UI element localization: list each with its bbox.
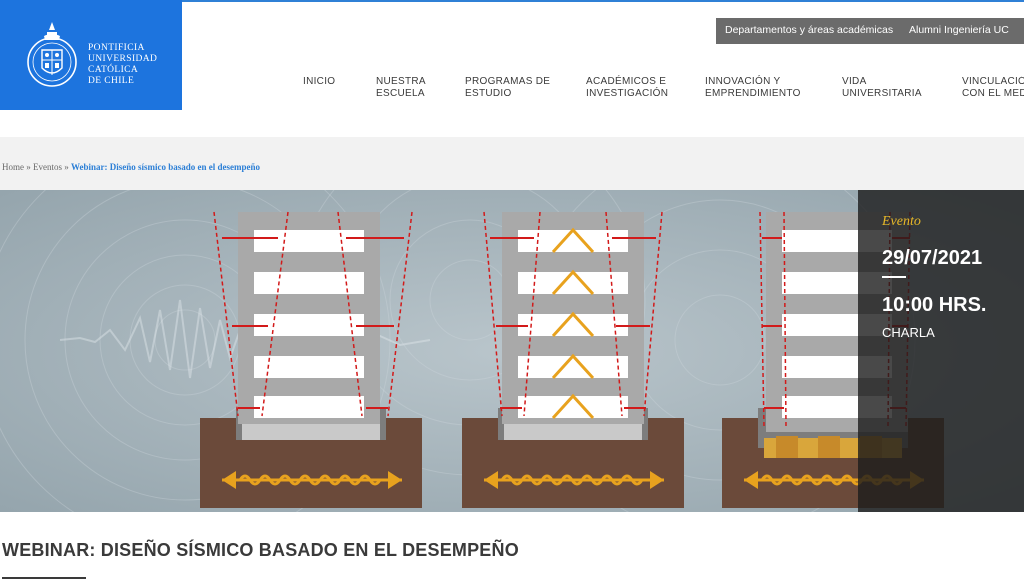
alumni-link[interactable]: Alumni Ingeniería UC bbox=[909, 24, 1009, 36]
event-label: Evento bbox=[882, 214, 921, 229]
logo-line: DE CHILE bbox=[88, 76, 135, 86]
nav-vida-universitaria[interactable]: VIDA UNIVERSITARIA bbox=[842, 76, 922, 100]
event-info-panel: Evento 29/07/2021 10:00 HRS. CHARLA bbox=[858, 190, 1024, 512]
nav-label: NUESTRA bbox=[376, 76, 426, 87]
event-time: 10:00 HRS. bbox=[882, 294, 987, 316]
departments-link[interactable]: Departamentos y áreas académicas bbox=[725, 24, 893, 36]
nav-inicio[interactable]: INICIO bbox=[303, 76, 335, 88]
nav-label: CON EL MEDIO bbox=[962, 88, 1024, 99]
nav-label: INICIO bbox=[303, 76, 336, 87]
nav-label: VINCULACIÓN bbox=[962, 76, 1024, 87]
university-logo[interactable]: PONTIFICIA UNIVERSIDAD CATÓLICA DE CHILE bbox=[0, 0, 182, 110]
breadcrumb-eventos[interactable]: Eventos bbox=[33, 162, 62, 172]
logo-line: CATÓLICA bbox=[88, 65, 139, 75]
breadcrumb-home[interactable]: Home bbox=[2, 162, 24, 172]
nav-label: EMPRENDIMIENTO bbox=[705, 88, 801, 99]
logo-line: UNIVERSIDAD bbox=[88, 54, 158, 64]
event-divider bbox=[882, 276, 906, 278]
nav-academicos[interactable]: ACADÉMICOS E INVESTIGACIÓN bbox=[586, 76, 668, 100]
university-seal-icon bbox=[27, 22, 77, 87]
nav-vinculacion[interactable]: VINCULACIÓN CON EL MEDIO bbox=[962, 76, 1024, 100]
breadcrumb: Home » Eventos » Webinar: Diseño sísmico… bbox=[2, 162, 260, 172]
event-date: 29/07/2021 bbox=[882, 247, 983, 269]
page-title: WEBINAR: DISEÑO SÍSMICO BASADO EN EL DES… bbox=[2, 540, 519, 560]
nav-label: INVESTIGACIÓN bbox=[586, 88, 669, 99]
nav-programas[interactable]: PROGRAMAS DE ESTUDIO bbox=[465, 76, 550, 100]
utility-bar: Departamentos y áreas académicas Alumni … bbox=[716, 18, 1024, 44]
nav-innovacion[interactable]: INNOVACIÓN Y EMPRENDIMIENTO bbox=[705, 76, 801, 100]
breadcrumb-separator: » bbox=[26, 162, 31, 172]
title-underline bbox=[2, 577, 86, 579]
nav-label: INNOVACIÓN Y bbox=[705, 76, 781, 87]
nav-label: VIDA bbox=[842, 76, 867, 87]
nav-label: ACADÉMICOS E bbox=[586, 76, 667, 87]
nav-label: UNIVERSITARIA bbox=[842, 88, 922, 99]
nav-label: ESCUELA bbox=[376, 88, 425, 99]
breadcrumb-separator: » bbox=[64, 162, 69, 172]
nav-label: PROGRAMAS DE bbox=[465, 76, 551, 87]
nav-label: ESTUDIO bbox=[465, 88, 512, 99]
logo-wordmark: PONTIFICIA UNIVERSIDAD CATÓLICA DE CHILE bbox=[88, 43, 157, 87]
breadcrumb-current: Webinar: Diseño sísmico basado en el des… bbox=[71, 162, 261, 172]
nav-nuestra-escuela[interactable]: NUESTRA ESCUELA bbox=[376, 76, 426, 100]
event-type: CHARLA bbox=[882, 325, 935, 340]
logo-line: PONTIFICIA bbox=[88, 43, 145, 53]
